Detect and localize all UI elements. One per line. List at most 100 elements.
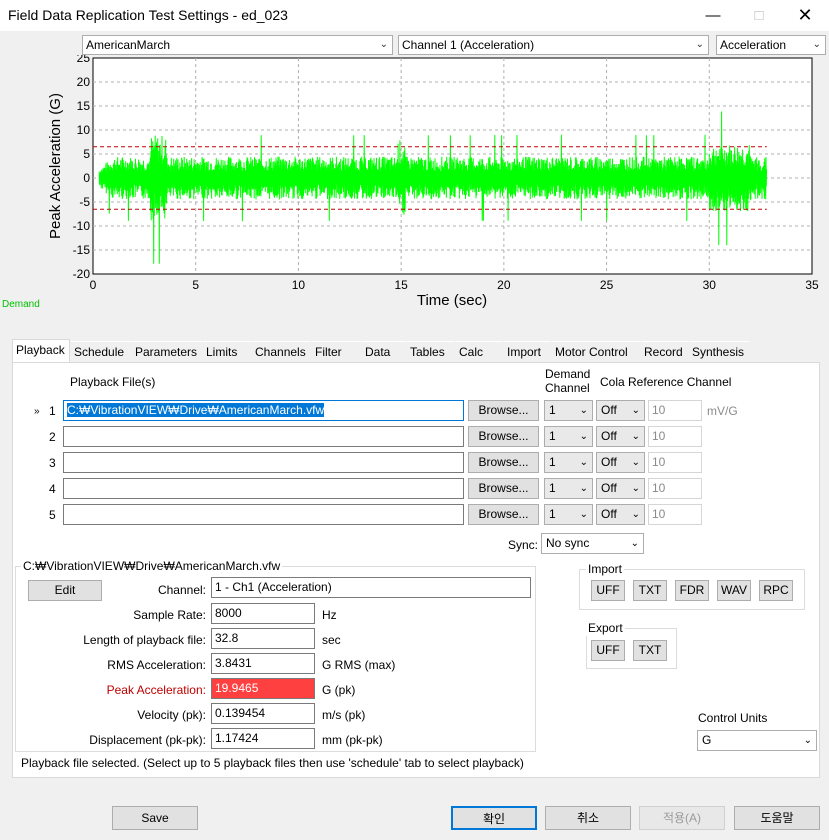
chevron-down-icon: ⌄ [631,457,640,468]
profile-select-value: AmericanMarch [86,38,171,52]
units-select[interactable]: Acceleration ⌄ [716,35,826,55]
tab-channels[interactable]: Channels [252,341,311,361]
import-txt-button[interactable]: TXT [633,580,667,601]
y-tick-label: -15 [73,243,91,257]
tab-record[interactable]: Record [641,341,688,361]
velocity-label: Velocity (pk): [137,708,206,722]
browse-button[interactable]: Browse... [468,452,539,473]
playback-file-field[interactable]: C:₩VibrationVIEW₩Drive₩AmericanMarch.vfw [63,400,464,421]
cola-channel-value: Off [601,429,617,443]
playback-file-field[interactable] [63,478,464,499]
tab-calc[interactable]: Calc [456,341,503,361]
y-tick-label: 15 [77,99,91,113]
cola-channel-value: Off [601,455,617,469]
cola-channel-select[interactable]: Off ⌄ [596,400,645,421]
browse-button[interactable]: Browse... [468,478,539,499]
control-units-select[interactable]: G ⌄ [697,730,817,751]
sync-select[interactable]: No sync ⌄ [541,533,644,554]
edit-button[interactable]: Edit [28,580,102,601]
chevron-down-icon: ⌄ [695,39,704,50]
y-tick-label: -5 [79,195,90,209]
rms-unit: G RMS (max) [322,658,396,672]
cola-channel-select[interactable]: Off ⌄ [596,478,645,499]
demand-channel-value: 1 [549,403,556,417]
demand-channel-value: 1 [549,455,556,469]
tab-synthesis[interactable]: Synthesis [689,341,749,361]
tab-schedule[interactable]: Schedule [71,341,131,361]
chevron-down-icon: ⌄ [579,431,588,442]
demand-channel-value: 1 [549,507,556,521]
cola-header: Cola Reference Channel [600,375,732,389]
y-tick-label: -10 [73,219,91,233]
cola-channel-select[interactable]: Off ⌄ [596,504,645,525]
control-units-value: G [702,733,712,747]
chevron-down-icon: ⌄ [630,538,639,549]
demand-channel-value: 1 [549,481,556,495]
displacement-label: Displacement (pk-pk): [89,733,206,747]
import-fdr-button[interactable]: FDR [675,580,709,601]
tab-parameters[interactable]: Parameters [132,341,202,361]
export-txt-button[interactable]: TXT [633,640,667,661]
reference-sensitivity-field: 10 [648,400,702,421]
chevron-down-icon: ⌄ [579,457,588,468]
velocity-field: 0.139454 [211,703,315,724]
channel-field: 1 - Ch1 (Acceleration) [211,577,531,598]
demand-channel-select[interactable]: 1 ⌄ [544,504,593,525]
maximize-icon: □ [754,7,764,24]
minimize-icon[interactable]: — [690,0,736,31]
playback-file-field[interactable] [63,426,464,447]
velocity-unit: m/s (pk) [322,708,366,722]
y-tick-label: 25 [77,55,91,65]
tab-import[interactable]: Import [504,341,551,361]
row-number: 3 [49,456,56,470]
browse-button[interactable]: Browse... [468,504,539,525]
reference-sensitivity-field: 10 [648,504,702,525]
tab-filter[interactable]: Filter [312,341,361,361]
playback-file-field[interactable] [63,504,464,525]
save-button[interactable]: Save [112,806,198,830]
chevron-down-icon: ⌄ [579,509,588,520]
x-tick-label: 25 [600,278,614,292]
length-unit: sec [322,633,341,647]
reference-sensitivity-field: 10 [648,426,702,447]
reference-sensitivity-field: 10 [648,478,702,499]
file-info-title: C:₩VibrationVIEW₩Drive₩AmericanMarch.vfw [21,558,283,574]
profile-select[interactable]: AmericanMarch ⌄ [82,35,393,55]
export-uff-button[interactable]: UFF [591,640,625,661]
export-title: Export [586,620,625,636]
playback-files-header: Playback File(s) [70,375,156,389]
tab-playback[interactable]: Playback [12,339,70,362]
import-rpc-button[interactable]: RPC [759,580,793,601]
tab-data[interactable]: Data [362,341,406,361]
import-wav-button[interactable]: WAV [717,580,751,601]
demand-channel-select[interactable]: 1 ⌄ [544,426,593,447]
cancel-button[interactable]: 취소 [545,806,631,830]
playback-file-field[interactable] [63,452,464,473]
import-uff-button[interactable]: UFF [591,580,625,601]
tab-limits[interactable]: Limits [203,341,251,361]
x-tick-label: 15 [394,278,408,292]
cola-channel-value: Off [601,481,617,495]
displacement-unit: mm (pk-pk) [322,733,383,747]
demand-legend: Demand [2,299,40,310]
cola-channel-select[interactable]: Off ⌄ [596,452,645,473]
demand-channel-value: 1 [549,429,556,443]
acceleration-chart: 0 5 10 15 20 25 30 35 25 20 15 10 5 0 -5 -10 -15 -20 Tim… [2,55,819,310]
help-button[interactable]: 도움말 [734,806,820,830]
cola-channel-select[interactable]: Off ⌄ [596,426,645,447]
demand-channel-select[interactable]: 1 ⌄ [544,452,593,473]
tab-tables[interactable]: Tables [407,341,455,361]
browse-button[interactable]: Browse... [468,400,539,421]
ok-button[interactable]: 확인 [451,806,537,830]
browse-button[interactable]: Browse... [468,426,539,447]
close-icon[interactable]: ✕ [782,0,828,31]
demand-channel-select[interactable]: 1 ⌄ [544,478,593,499]
chevron-down-icon: ⌄ [631,431,640,442]
units-select-value: Acceleration [720,38,787,52]
y-tick-label: 20 [77,75,91,89]
sensitivity-unit: mV/G [707,404,738,418]
tab-motor-control[interactable]: Motor Control [552,341,640,361]
window-title: Field Data Replication Test Settings - e… [8,7,288,23]
channel-select[interactable]: Channel 1 (Acceleration) ⌄ [398,35,709,55]
demand-channel-select[interactable]: 1 ⌄ [544,400,593,421]
